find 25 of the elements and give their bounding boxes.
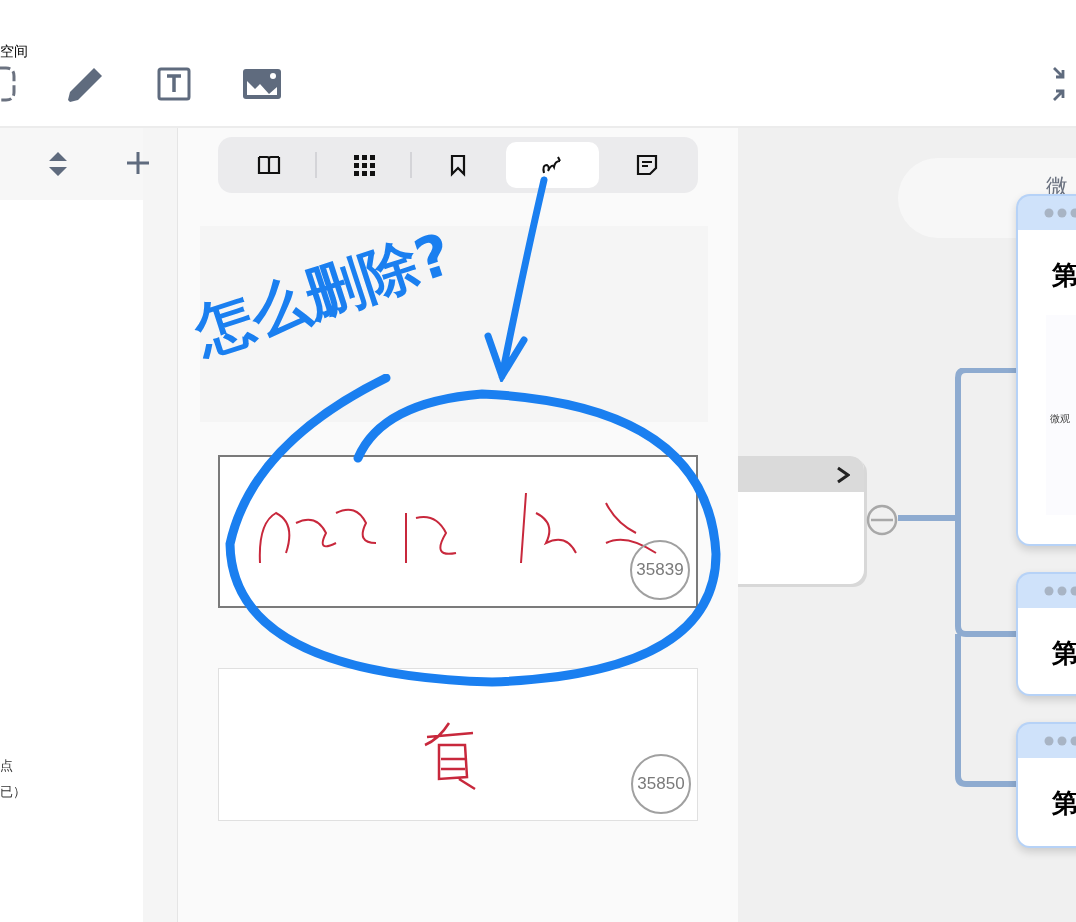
sidebar-text: 点 bbox=[0, 757, 13, 775]
note-icon bbox=[634, 153, 659, 177]
card-caption: 微观 bbox=[1050, 413, 1070, 424]
dots-icon bbox=[1044, 736, 1076, 746]
page-card[interactable]: 35839 bbox=[218, 455, 698, 608]
image-icon[interactable] bbox=[243, 69, 281, 99]
collapse-icon[interactable] bbox=[1052, 66, 1066, 102]
page-number: 35839 bbox=[630, 540, 690, 600]
handwritten-note: 怎么删除? bbox=[184, 218, 461, 369]
sidebar-text: 已） bbox=[0, 782, 26, 801]
dots-icon bbox=[1044, 208, 1076, 218]
page-number: 35850 bbox=[631, 754, 691, 814]
dots-icon bbox=[1044, 586, 1076, 596]
mindmap-node[interactable] bbox=[738, 456, 864, 584]
sort-icon[interactable] bbox=[48, 151, 68, 177]
chevron-right-icon[interactable] bbox=[836, 466, 850, 484]
grid-icon bbox=[351, 153, 376, 177]
collapse-toggle-icon[interactable] bbox=[866, 504, 898, 536]
page-card[interactable]: 35850 bbox=[218, 668, 698, 821]
workspace-label: 空间 bbox=[0, 42, 28, 61]
pencil-icon[interactable] bbox=[66, 66, 104, 104]
book-icon bbox=[257, 153, 282, 177]
text-box-icon[interactable] bbox=[156, 67, 192, 101]
add-icon[interactable] bbox=[126, 151, 150, 175]
frame-icon[interactable] bbox=[0, 66, 18, 102]
